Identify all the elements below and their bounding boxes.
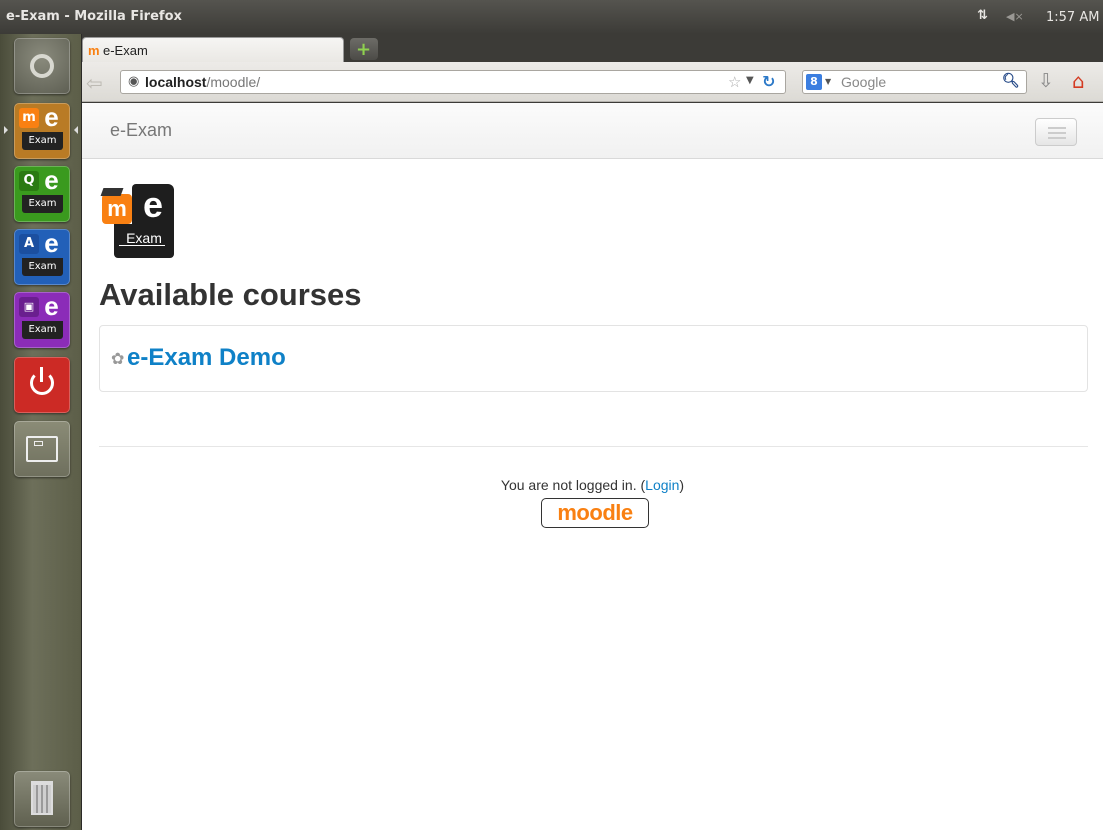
launcher: m e Exam Q e Exam A e Exam ▣ e Exam bbox=[0, 34, 82, 830]
reload-icon[interactable]: ↻ bbox=[762, 72, 775, 91]
dash-button[interactable] bbox=[14, 38, 70, 94]
launcher-quiz-exam[interactable]: Q e Exam bbox=[14, 166, 70, 222]
login-link[interactable]: Login bbox=[645, 477, 679, 493]
bookmark-star-icon[interactable]: ☆ bbox=[728, 73, 741, 91]
site-brand[interactable]: e-Exam bbox=[110, 120, 172, 141]
nav-bar: ⇦ ◉ localhost/moodle/ ☆ ▼ ↻ 8 ▼ Google 🔍… bbox=[82, 62, 1103, 102]
launcher-video-exam[interactable]: ▣ e Exam bbox=[14, 292, 70, 348]
search-go-icon[interactable]: 🔍︎ bbox=[1002, 73, 1020, 89]
course-collapsed-icon[interactable]: ✿ bbox=[111, 349, 124, 369]
download-icon[interactable]: ⇩ bbox=[1038, 70, 1054, 92]
globe-icon: ◉ bbox=[128, 74, 140, 89]
trash-icon bbox=[31, 781, 53, 815]
site-header: e-Exam bbox=[82, 103, 1103, 159]
login-info: You are not logged in. (Login) bbox=[500, 477, 685, 493]
google-engine-icon[interactable]: 8 bbox=[806, 74, 822, 90]
launcher-trash[interactable] bbox=[14, 771, 70, 827]
menu-toggle-button[interactable] bbox=[1035, 118, 1077, 146]
moodle-exam-icon: m e Exam bbox=[19, 104, 65, 154]
launcher-answer-exam[interactable]: A e Exam bbox=[14, 229, 70, 285]
page-title: Available courses bbox=[99, 277, 362, 312]
new-tab-button[interactable]: + bbox=[350, 38, 378, 60]
active-arrow-right-icon bbox=[74, 126, 78, 134]
active-arrow-left-icon bbox=[4, 126, 8, 134]
tab-bar: m e-Exam + bbox=[82, 34, 1103, 64]
search-input[interactable]: Google bbox=[841, 74, 886, 90]
grad-cap-icon bbox=[100, 188, 124, 196]
volume-icon[interactable]: ◀× bbox=[1006, 10, 1024, 23]
moodle-favicon-icon: m bbox=[88, 43, 100, 58]
url-bar[interactable]: ◉ localhost/moodle/ ☆ ▼ ↻ bbox=[120, 70, 786, 94]
tab-label: e-Exam bbox=[103, 43, 148, 58]
page-content: e-Exam m e Exam Available courses ✿ e-Ex… bbox=[82, 103, 1103, 830]
tab-e-exam[interactable]: m e-Exam bbox=[82, 37, 344, 64]
course-list-item: ✿ e-Exam Demo bbox=[99, 325, 1088, 392]
e-exam-logo: m e Exam bbox=[99, 180, 179, 260]
back-arrow-icon[interactable]: ⇦ bbox=[86, 71, 103, 95]
url-text: localhost/moodle/ bbox=[145, 74, 261, 90]
course-link[interactable]: e-Exam Demo bbox=[127, 344, 286, 372]
search-bar[interactable]: 8 ▼ Google bbox=[802, 70, 1027, 94]
video-exam-icon: ▣ e Exam bbox=[19, 293, 65, 343]
network-icon[interactable]: ⇅ bbox=[977, 8, 988, 23]
launcher-shutdown[interactable] bbox=[14, 357, 70, 413]
clock[interactable]: 1:57 AM bbox=[1046, 10, 1099, 25]
window-title: e-Exam - Mozilla Firefox bbox=[6, 9, 182, 24]
engine-dropdown-icon[interactable]: ▼ bbox=[825, 77, 831, 86]
moodle-logo[interactable]: moodle bbox=[541, 498, 649, 528]
history-dropdown-icon[interactable]: ▼ bbox=[746, 75, 754, 86]
answer-exam-icon: A e Exam bbox=[19, 230, 65, 280]
workspace-icon bbox=[26, 436, 58, 462]
home-icon[interactable]: ⌂ bbox=[1072, 69, 1085, 93]
footer-divider bbox=[99, 446, 1088, 447]
launcher-moodle-exam[interactable]: m e Exam bbox=[14, 103, 70, 159]
launcher-workspace-switcher[interactable] bbox=[14, 421, 70, 477]
top-panel: e-Exam - Mozilla Firefox ⇅ ◀× 1:57 AM bbox=[0, 0, 1103, 34]
plus-icon: + bbox=[356, 39, 372, 60]
ubuntu-logo-icon bbox=[30, 54, 54, 78]
quiz-exam-icon: Q e Exam bbox=[19, 167, 65, 217]
